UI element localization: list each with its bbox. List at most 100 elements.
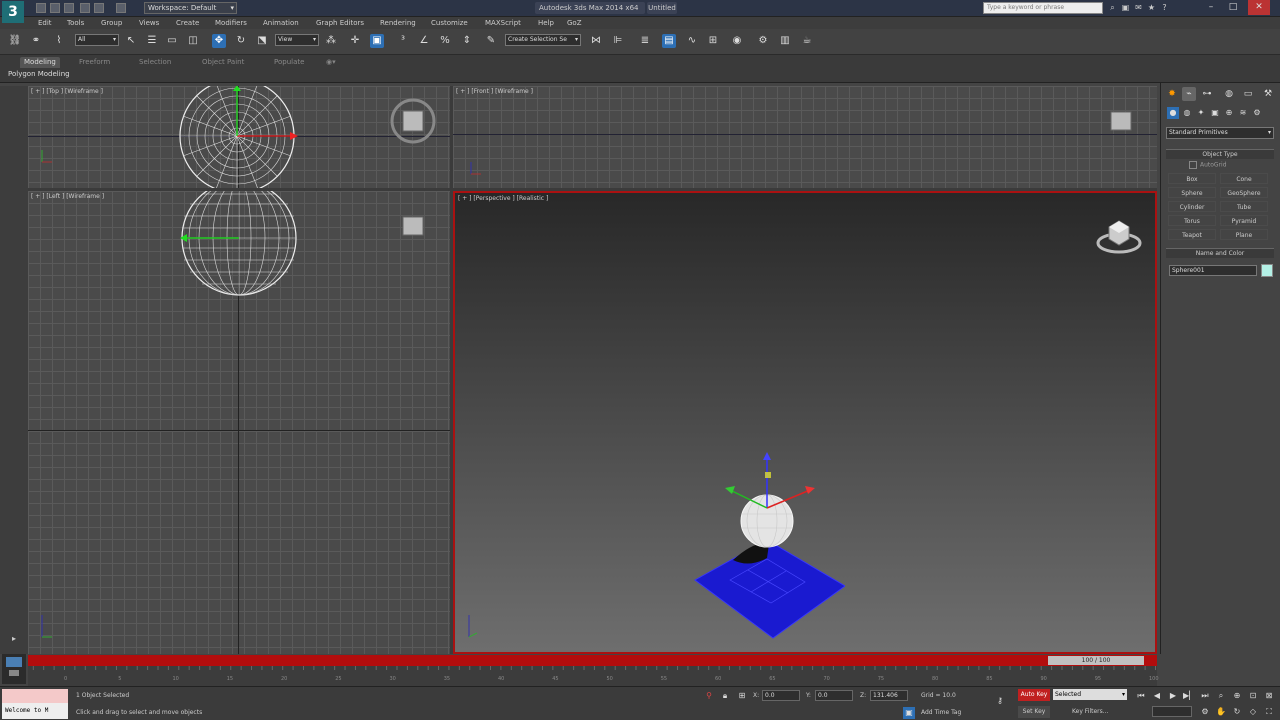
viewport-perspective[interactable]: [ + ] [Perspective ] [Realistic ] (453, 191, 1157, 654)
angle-snap-icon[interactable]: ∠ (417, 34, 431, 48)
tab-freeform[interactable]: Freeform (75, 57, 114, 68)
app-logo-icon[interactable]: 3 (2, 1, 24, 23)
y-coordinate-field[interactable]: 0.0 (815, 690, 853, 701)
tab-modeling[interactable]: Modeling (20, 57, 60, 68)
previous-frame-icon[interactable]: ◀ (1151, 690, 1163, 702)
geometry-icon[interactable]: ● (1167, 107, 1179, 119)
favorites-icon[interactable]: ★ (1146, 2, 1157, 14)
keyword-search-input[interactable]: Type a keyword or phrase (983, 2, 1103, 14)
menu-animation[interactable]: Animation (263, 18, 299, 28)
orbit-icon[interactable]: ↻ (1231, 706, 1243, 718)
percent-snap-icon[interactable]: % (438, 34, 452, 48)
selection-filter-dropdown[interactable]: All (75, 34, 119, 46)
minimize-button[interactable]: – (1200, 0, 1222, 15)
rendered-frame-window-icon[interactable]: ▥ (778, 34, 792, 48)
absolute-mode-icon[interactable]: ⊞ (736, 690, 748, 702)
pivot-point-center-icon[interactable]: ⁂ (324, 34, 338, 48)
lights-icon[interactable]: ✦ (1195, 107, 1207, 119)
bind-space-warp-icon[interactable]: ⌇ (52, 34, 66, 48)
helpers-icon[interactable]: ⊕ (1223, 107, 1235, 119)
play-icon[interactable]: ▶ (1167, 690, 1179, 702)
named-selection-dropdown[interactable]: Create Selection Se (505, 34, 581, 46)
primitive-type-dropdown[interactable]: Standard Primitives (1166, 127, 1274, 139)
material-editor-icon[interactable]: ◉ (730, 34, 744, 48)
zoom-icon[interactable]: ⌕ (1215, 690, 1227, 702)
auto-key-button[interactable]: Auto Key (1018, 689, 1050, 701)
time-slider-thumb[interactable]: 100 / 100 (1048, 656, 1144, 665)
keyboard-shortcut-override-icon[interactable]: ▣ (370, 34, 384, 48)
scene-objects[interactable] (685, 448, 845, 648)
zoom-extents-icon[interactable]: ⊡ (1247, 690, 1259, 702)
next-frame-icon[interactable]: ▶▏ (1183, 690, 1195, 702)
expand-strip-icon[interactable]: ▸ (8, 634, 20, 646)
torus-button[interactable]: Torus (1168, 215, 1216, 226)
graphite-toolbar-icon[interactable]: ▤ (662, 34, 676, 48)
open-file-icon[interactable] (50, 3, 60, 13)
isolate-selection-icon[interactable]: ⚲ (703, 690, 715, 702)
maximize-button[interactable]: □ (1222, 0, 1244, 15)
menu-modifiers[interactable]: Modifiers (215, 18, 247, 28)
key-icon[interactable]: ⚷ (994, 695, 1006, 707)
link-icon[interactable]: ⛓ (8, 34, 22, 48)
tab-selection[interactable]: Selection (135, 57, 175, 68)
shapes-icon[interactable]: ◍ (1181, 107, 1193, 119)
systems-icon[interactable]: ⚙ (1251, 107, 1263, 119)
select-and-scale-icon[interactable]: ⬔ (255, 34, 269, 48)
plane-button[interactable]: Plane (1220, 229, 1268, 240)
go-to-start-icon[interactable]: ⏮ (1135, 690, 1147, 702)
geosphere-button[interactable]: GeoSphere (1220, 187, 1268, 198)
search-icon[interactable]: ⌕ (1107, 2, 1118, 14)
zoom-all-icon[interactable]: ⊕ (1231, 690, 1243, 702)
maxscript-listener[interactable]: Welcome to M (2, 689, 68, 719)
select-and-rotate-icon[interactable]: ↻ (234, 34, 248, 48)
subscription-icon[interactable]: ▣ (1120, 2, 1131, 14)
ribbon-options-icon[interactable]: ◉▾ (322, 57, 340, 68)
menu-tools[interactable]: Tools (67, 18, 84, 28)
display-tab-icon[interactable]: ▭ (1241, 87, 1255, 101)
select-and-move-icon[interactable]: ✥ (212, 34, 226, 48)
name-and-color-rollout[interactable]: Name and Color (1166, 248, 1274, 258)
curve-editor-icon[interactable]: ∿ (685, 34, 699, 48)
autogrid-checkbox[interactable]: AutoGrid (1189, 161, 1227, 169)
cone-button[interactable]: Cone (1220, 173, 1268, 184)
modify-tab-icon[interactable]: ⌁ (1182, 87, 1196, 101)
select-and-manipulate-icon[interactable]: ✛ (348, 34, 362, 48)
window-crossing-icon[interactable]: ◫ (186, 34, 200, 48)
sphere-wireframe-top[interactable] (178, 86, 298, 188)
communication-center-icon[interactable]: ✉ (1133, 2, 1144, 14)
viewport-left-label[interactable]: [ + ] [Left ] [Wireframe ] (31, 193, 104, 200)
sphere-button[interactable]: Sphere (1168, 187, 1216, 198)
select-object-icon[interactable]: ↖ (124, 34, 138, 48)
maximize-viewport-icon[interactable]: ⛶ (1263, 706, 1275, 718)
pyramid-button[interactable]: Pyramid (1220, 215, 1268, 226)
zoom-extents-all-icon[interactable]: ⊠ (1263, 690, 1275, 702)
key-set-dropdown[interactable]: Selected (1053, 689, 1127, 700)
current-frame-field[interactable] (1152, 706, 1192, 717)
tab-populate[interactable]: Populate (270, 57, 308, 68)
save-file-icon[interactable] (64, 3, 74, 13)
menu-create[interactable]: Create (176, 18, 199, 28)
select-by-name-icon[interactable]: ☰ (145, 34, 159, 48)
tab-object-paint[interactable]: Object Paint (198, 57, 248, 68)
menu-edit[interactable]: Edit (38, 18, 52, 28)
viewcube-front[interactable] (1108, 110, 1134, 136)
layer-manager-icon[interactable]: ≣ (638, 34, 652, 48)
time-slider[interactable]: 100 / 100 (28, 655, 1157, 666)
selection-lock-icon[interactable]: 🔒︎ (719, 690, 731, 702)
new-scene-icon[interactable] (36, 3, 46, 13)
ribbon-panel-label[interactable]: Polygon Modeling (8, 70, 70, 78)
snaps-toggle-icon[interactable]: ³ (396, 34, 410, 48)
object-color-swatch[interactable] (1261, 264, 1273, 277)
viewport-front-label[interactable]: [ + ] [Front ] [Wireframe ] (456, 88, 533, 95)
viewport-top-label[interactable]: [ + ] [Top ] [Wireframe ] (31, 88, 103, 95)
close-button[interactable]: ✕ (1248, 0, 1270, 15)
teapot-button[interactable]: Teapot (1168, 229, 1216, 240)
viewcube-perspective[interactable] (1095, 213, 1143, 259)
time-config-icon[interactable]: ⚙ (1199, 706, 1211, 718)
z-coordinate-field[interactable]: 131.406 (870, 690, 908, 701)
schematic-view-icon[interactable]: ⊞ (706, 34, 720, 48)
menu-goz[interactable]: GoZ (567, 18, 582, 28)
sphere-wireframe-left[interactable] (180, 191, 300, 296)
tube-button[interactable]: Tube (1220, 201, 1268, 212)
spinner-snap-icon[interactable]: ⇕ (460, 34, 474, 48)
